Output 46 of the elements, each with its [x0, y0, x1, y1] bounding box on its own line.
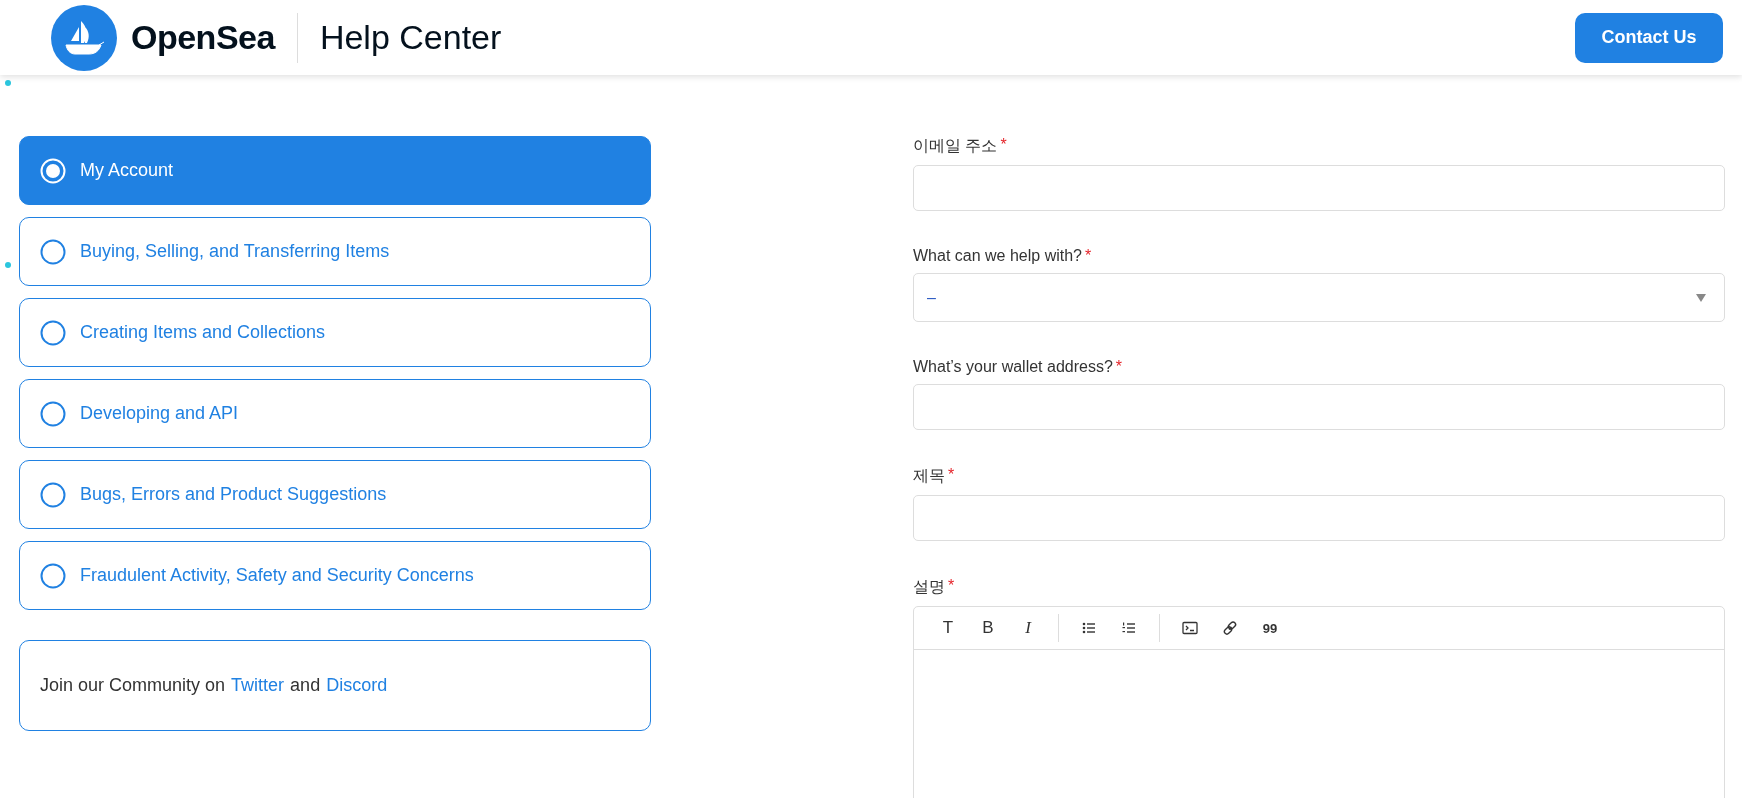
field-label: What’s your wallet address?: [913, 358, 1113, 376]
text-field[interactable]: [913, 495, 1725, 541]
radio-icon: [40, 319, 66, 346]
rich-text-editor[interactable]: T B I 99: [913, 606, 1725, 798]
category-option[interactable]: Developing and API: [19, 379, 651, 448]
category-option[interactable]: Buying, Selling, and Transferring Items: [19, 217, 651, 286]
text-style-button[interactable]: T: [932, 614, 964, 642]
bold-button[interactable]: B: [972, 614, 1004, 642]
contact-button[interactable]: Contact Us: [1575, 12, 1723, 63]
terminal-icon: [1182, 620, 1198, 636]
field-label: 설명: [913, 577, 945, 597]
field-label: What can we help with?: [913, 247, 1082, 265]
required-mark: *: [1000, 136, 1007, 155]
text-field[interactable]: [913, 384, 1725, 430]
quote-button[interactable]: 99: [1254, 614, 1286, 642]
category-option[interactable]: Fraudulent Activity, Safety and Security Concerns: [19, 541, 651, 610]
italic-button[interactable]: I: [1012, 614, 1044, 642]
radio-icon: [40, 238, 66, 265]
category-option[interactable]: My Account: [19, 136, 651, 205]
text-field[interactable]: [913, 165, 1725, 211]
numbered-list-icon: [1121, 620, 1137, 636]
logo-text: OpenSea: [131, 18, 275, 57]
required-mark: *: [1085, 247, 1092, 265]
required-mark: *: [1115, 358, 1123, 376]
category-option[interactable]: Creating Items and Collections: [19, 298, 651, 367]
discord-link[interactable]: Discord: [326, 675, 388, 696]
caret-icon: [1696, 293, 1706, 302]
field-label: 제목: [913, 466, 945, 486]
dropdown-field[interactable]: –: [913, 273, 1725, 322]
section-title: Help Center: [319, 18, 502, 57]
category-option[interactable]: Bugs, Errors and Product Suggestions: [19, 460, 651, 529]
radio-icon: [40, 562, 66, 589]
radio-icon: [40, 400, 66, 427]
required-mark: *: [948, 577, 955, 596]
bullet-list-icon: [1081, 620, 1097, 636]
required-mark: *: [948, 466, 955, 485]
community-text: and: [290, 675, 321, 696]
twitter-link[interactable]: Twitter: [231, 675, 285, 696]
community-text: Join our Community on: [40, 675, 226, 696]
ship-logo-icon: [51, 4, 117, 71]
indicator-dot: [5, 80, 11, 86]
link-icon: [1222, 620, 1238, 636]
indicator-dot: [5, 262, 11, 268]
field-label: 이메일 주소: [913, 136, 998, 156]
radio-icon: [40, 157, 66, 184]
radio-icon: [40, 481, 66, 508]
